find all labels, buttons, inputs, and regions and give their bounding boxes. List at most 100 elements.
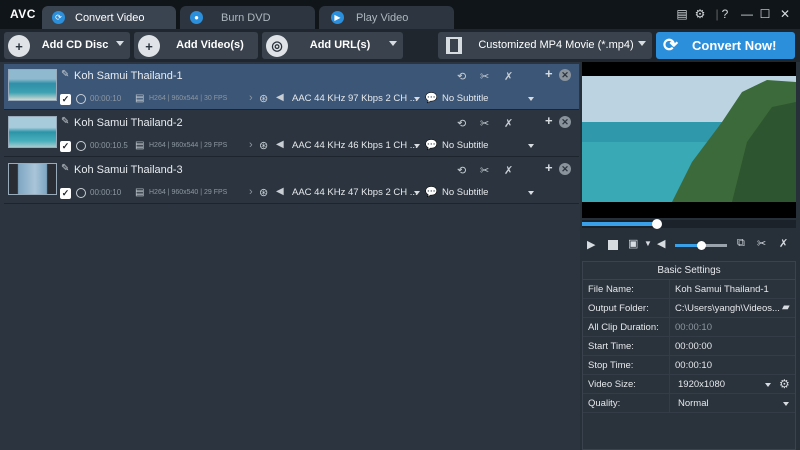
setting-video-size: Video Size: 1920x1080 ⚙	[583, 375, 795, 394]
volume-slider[interactable]	[675, 241, 727, 250]
audio-track: AAC 44 KHz 46 Kbps 1 CH ...	[292, 140, 418, 151]
folder-icon[interactable]: ▰	[782, 302, 790, 313]
effects-icon[interactable]: ✗	[504, 117, 513, 130]
chevron-down-icon[interactable]	[765, 383, 771, 387]
start-time-field[interactable]: 00:00:00	[675, 341, 785, 352]
video-size-select[interactable]: 1920x1080	[678, 379, 788, 390]
add-icon[interactable]: +	[545, 160, 553, 175]
file-checkbox[interactable]: ✓	[60, 141, 71, 152]
audio-track-select[interactable]: AAC 44 KHz 97 Kbps 2 CH ...	[292, 93, 420, 104]
video-info: H264 | 960x544 | 29 FPS	[149, 142, 228, 149]
effects-icon[interactable]: ✗	[504, 70, 513, 83]
gear-icon[interactable]: ⚙	[691, 6, 709, 22]
audio-track-select[interactable]: AAC 44 KHz 47 Kbps 2 CH ...	[292, 187, 420, 198]
arrow-icon: ›	[249, 92, 253, 104]
divider	[669, 299, 670, 318]
tab-label: Convert Video	[75, 11, 145, 24]
scissors-icon[interactable]: ✂	[480, 164, 489, 177]
chevron-down-icon	[414, 144, 420, 148]
file-row[interactable]: ✎ Koh Samui Thailand-2 ⟲ ✂ ✗ + ✕ ✓ 00:00…	[4, 111, 579, 157]
add-urls-button[interactable]: ◎ Add URL(s)	[262, 32, 403, 59]
audio-track-select[interactable]: AAC 44 KHz 46 Kbps 1 CH ...	[292, 140, 420, 151]
video-thumbnail	[8, 116, 57, 148]
file-checkbox[interactable]: ✓	[60, 188, 71, 199]
subtitle-value: No Subtitle	[442, 140, 489, 151]
effects-icon[interactable]: ✗	[779, 237, 788, 250]
menu-icon[interactable]: ▤	[673, 6, 691, 22]
edit-icon[interactable]: ✎	[61, 163, 69, 174]
divider	[669, 356, 670, 375]
remove-icon[interactable]: ✕	[559, 116, 571, 128]
chevron-down-icon[interactable]	[783, 402, 789, 406]
chevron-down-icon[interactable]: ▼	[644, 239, 652, 248]
video-info: H264 | 960x540 | 29 FPS	[149, 189, 228, 196]
divider	[669, 280, 670, 299]
subtitle-select[interactable]: No Subtitle	[442, 93, 534, 104]
scissors-icon[interactable]: ✂	[757, 237, 766, 250]
copy-icon[interactable]: ⧉	[737, 237, 745, 250]
edit-icon[interactable]: ✎	[61, 69, 69, 80]
add-icon[interactable]: +	[545, 113, 553, 128]
file-name[interactable]: Koh Samui Thailand-3	[74, 164, 183, 176]
minimize-icon[interactable]: —	[738, 6, 756, 22]
refresh-icon[interactable]: ⟲	[457, 117, 466, 130]
app-window: AVC ⟳ Convert Video ● Burn DVD ▶ Play Vi…	[0, 0, 800, 450]
setting-start-time: Start Time: 00:00:00	[583, 337, 795, 356]
tab-burn-dvd[interactable]: ● Burn DVD	[180, 6, 315, 29]
refresh-icon[interactable]: ⟲	[457, 70, 466, 83]
refresh-icon[interactable]: ⟲	[457, 164, 466, 177]
volume-handle[interactable]	[697, 241, 706, 250]
button-label: Add Video(s)	[176, 39, 244, 51]
subtitle-select[interactable]: No Subtitle	[442, 187, 534, 198]
subtitle-value: No Subtitle	[442, 187, 489, 198]
scissors-icon[interactable]: ✂	[480, 117, 489, 130]
output-profile-select[interactable]: Customized MP4 Movie (*.mp4)	[438, 32, 652, 59]
close-icon[interactable]: ✕	[776, 6, 794, 22]
chevron-down-icon[interactable]	[116, 41, 124, 46]
preview-frame	[582, 62, 796, 218]
duration: 00:00:10	[90, 188, 122, 197]
file-row[interactable]: ✎ Koh Samui Thailand-3 ⟲ ✂ ✗ + ✕ ✓ 00:00…	[4, 158, 579, 204]
file-name-field[interactable]: Koh Samui Thailand-1	[675, 284, 785, 295]
tab-convert-video[interactable]: ⟳ Convert Video	[42, 6, 176, 29]
convert-now-button[interactable]: ⟳ Convert Now!	[656, 32, 795, 59]
play-icon[interactable]: ▶	[587, 238, 595, 251]
volume-icon[interactable]: ◀	[657, 237, 665, 250]
reel-icon[interactable]: ⊛	[259, 92, 268, 105]
quality-select[interactable]: Normal	[678, 398, 788, 409]
duration: 00:00:10	[90, 94, 122, 103]
stop-time-field[interactable]: 00:00:10	[675, 360, 785, 371]
file-name[interactable]: Koh Samui Thailand-2	[74, 117, 183, 129]
setting-output-folder: Output Folder: C:\Users\yangh\Videos... …	[583, 299, 795, 318]
file-checkbox[interactable]: ✓	[60, 94, 71, 105]
tab-play-video[interactable]: ▶ Play Video	[319, 6, 454, 29]
add-videos-button[interactable]: + Add Video(s)	[134, 32, 258, 59]
file-row[interactable]: ✎ Koh Samui Thailand-1 ⟲ ✂ ✗ + ✕ ✓ 00:00…	[4, 64, 579, 110]
output-folder-field[interactable]: C:\Users\yangh\Videos...	[675, 303, 779, 314]
chevron-down-icon	[414, 191, 420, 195]
file-name[interactable]: Koh Samui Thailand-1	[74, 70, 183, 82]
edit-icon[interactable]: ✎	[61, 116, 69, 127]
remove-icon[interactable]: ✕	[559, 163, 571, 175]
stop-icon[interactable]	[608, 240, 618, 250]
globe-icon: ◎	[266, 35, 288, 57]
subtitle-icon: 💬	[425, 93, 438, 104]
reel-icon[interactable]: ⊛	[259, 186, 268, 199]
gear-icon[interactable]: ⚙	[779, 377, 790, 391]
add-icon[interactable]: +	[545, 66, 553, 81]
remove-icon[interactable]: ✕	[559, 69, 571, 81]
reel-icon[interactable]: ⊛	[259, 139, 268, 152]
setting-label: Stop Time:	[588, 360, 634, 371]
seek-handle[interactable]	[651, 219, 662, 229]
duration: 00:00:10.5	[90, 141, 128, 150]
film-icon: ▤	[135, 93, 145, 104]
help-icon[interactable]: ?	[716, 6, 734, 22]
snapshot-icon[interactable]: ▣	[628, 237, 638, 250]
add-cd-disc-button[interactable]: + Add CD Disc	[4, 32, 130, 59]
subtitle-select[interactable]: No Subtitle	[442, 140, 534, 151]
chevron-down-icon[interactable]	[389, 41, 397, 46]
scissors-icon[interactable]: ✂	[480, 70, 489, 83]
seek-bar[interactable]	[582, 219, 796, 229]
effects-icon[interactable]: ✗	[504, 164, 513, 177]
maximize-icon[interactable]: ☐	[756, 6, 774, 22]
